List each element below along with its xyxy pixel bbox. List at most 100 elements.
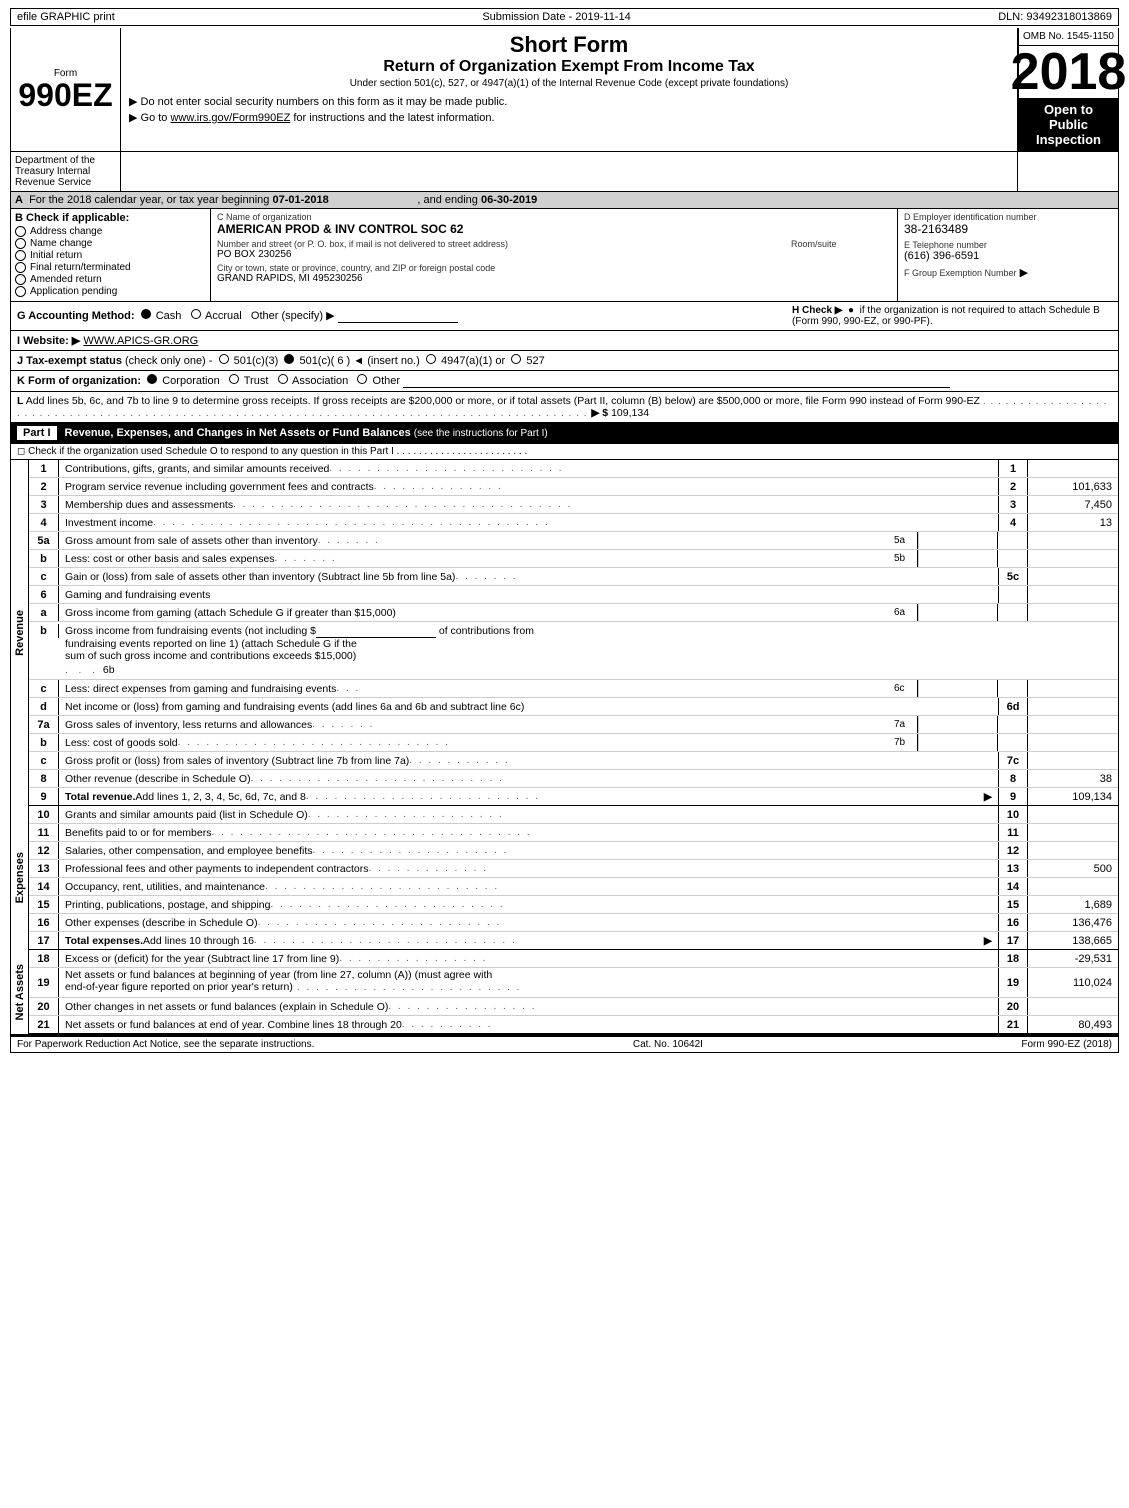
row-10: 10 Grants and similar amounts paid (list… bbox=[29, 806, 1118, 824]
other-field[interactable] bbox=[338, 310, 458, 323]
g-label: G Accounting Method: bbox=[17, 310, 135, 322]
row-6: 6 Gaming and fundraising events bbox=[29, 586, 1118, 604]
other-org-field[interactable] bbox=[403, 375, 950, 388]
expenses-section: Expenses 10 Grants and similar amounts p… bbox=[10, 806, 1119, 950]
amended-return-radio[interactable] bbox=[15, 274, 26, 285]
row8-desc: Other revenue (describe in Schedule O) .… bbox=[59, 770, 998, 787]
final-return-item: Final return/terminated bbox=[15, 262, 206, 273]
row6a-value bbox=[1028, 604, 1118, 621]
f-arrow: ▶ bbox=[1020, 267, 1028, 279]
row-7b: b Less: cost of goods sold . . . . . . .… bbox=[29, 734, 1118, 752]
address-change-label: Address change bbox=[30, 226, 102, 237]
address-change-radio[interactable] bbox=[15, 226, 26, 237]
row6b-text2: fundraising events reported on line 1) (… bbox=[65, 638, 357, 650]
tax-row: J Tax-exempt status (check only one) - 5… bbox=[10, 351, 1119, 371]
j-label: J Tax-exempt status bbox=[17, 355, 122, 367]
application-pending-item: Application pending bbox=[15, 286, 206, 297]
revenue-side-label: Revenue bbox=[14, 610, 26, 656]
c527-radio[interactable] bbox=[511, 354, 521, 364]
website-row: I Website: ▶ WWW.APICS-GR.ORG bbox=[10, 331, 1119, 351]
row6d-value bbox=[1028, 698, 1118, 715]
net-assets-section: Net Assets 18 Excess or (deficit) for th… bbox=[10, 950, 1119, 1035]
part1-check-box[interactable]: ◻ bbox=[17, 446, 25, 457]
row21-linenum: 21 bbox=[998, 1016, 1028, 1033]
name-change-radio[interactable] bbox=[15, 238, 26, 249]
amended-return-item: Amended return bbox=[15, 274, 206, 285]
row13-linenum: 13 bbox=[998, 860, 1028, 877]
row7b-num: b bbox=[29, 734, 59, 751]
short-form-title: Short Form bbox=[129, 32, 1009, 58]
row9-desc: Total revenue. Add lines 1, 2, 3, 4, 5c,… bbox=[59, 788, 998, 805]
revenue-rows: 1 Contributions, gifts, grants, and simi… bbox=[29, 460, 1118, 806]
row16-value: 136,476 bbox=[1028, 914, 1118, 931]
row7c-num: c bbox=[29, 752, 59, 769]
row7c-value bbox=[1028, 752, 1118, 769]
top-bar: efile GRAPHIC print Submission Date - 20… bbox=[10, 8, 1119, 26]
row14-desc: Occupancy, rent, utilities, and maintena… bbox=[59, 878, 998, 895]
f-label: F Group Exemption Number bbox=[904, 268, 1017, 278]
c3-radio[interactable] bbox=[219, 354, 229, 364]
footer: For Paperwork Reduction Act Notice, see … bbox=[10, 1035, 1119, 1053]
row5b-num: b bbox=[29, 550, 59, 567]
row7c-desc: Gross profit or (loss) from sales of inv… bbox=[59, 752, 998, 769]
website-url[interactable]: WWW.APICS-GR.ORG bbox=[83, 335, 198, 347]
row-7c: c Gross profit or (loss) from sales of i… bbox=[29, 752, 1118, 770]
row7c-linenum: 7c bbox=[998, 752, 1028, 769]
row16-linenum: 16 bbox=[998, 914, 1028, 931]
row19-num: 19 bbox=[29, 968, 59, 997]
employer-right: D Employer identification number 38-2163… bbox=[898, 209, 1118, 301]
row6b-text1: Gross income from fundraising events (no… bbox=[65, 625, 534, 638]
row5b-value bbox=[1028, 550, 1118, 567]
revenue-section: Revenue 1 Contributions, gifts, grants, … bbox=[10, 460, 1119, 806]
footer-center: Cat. No. 10642I bbox=[633, 1039, 703, 1050]
row13-value: 500 bbox=[1028, 860, 1118, 877]
final-return-radio[interactable] bbox=[15, 262, 26, 273]
row5b-linenum bbox=[998, 550, 1028, 567]
row6a-field bbox=[918, 604, 998, 621]
c6-radio[interactable] bbox=[284, 354, 294, 364]
row18-value: -29,531 bbox=[1028, 950, 1118, 967]
open-to-public: Open to Public Inspection bbox=[1019, 98, 1118, 151]
h-section: H Check ▶ ● if the organization is not r… bbox=[792, 305, 1112, 327]
application-pending-radio[interactable] bbox=[15, 286, 26, 297]
other-org-radio[interactable] bbox=[357, 374, 367, 384]
row20-linenum: 20 bbox=[998, 998, 1028, 1015]
assoc-radio[interactable] bbox=[278, 374, 288, 384]
main-header: Form 990EZ Short Form Return of Organiza… bbox=[10, 28, 1119, 152]
trust-label: Trust bbox=[244, 375, 269, 387]
row6b-text3: sum of such gross income and contributio… bbox=[65, 650, 356, 662]
row5c-linenum: 5c bbox=[998, 568, 1028, 585]
initial-return-radio[interactable] bbox=[15, 250, 26, 261]
row6b-dots: . . . bbox=[65, 665, 99, 676]
address-label: Number and street (or P. O. box, if mail… bbox=[217, 239, 785, 249]
acct-left: G Accounting Method: Cash Accrual Other … bbox=[17, 309, 792, 323]
row6d-num: d bbox=[29, 698, 59, 715]
row19-linenum: 19 bbox=[998, 968, 1028, 997]
row6c-value bbox=[1028, 680, 1118, 697]
row5b-sub: 5b bbox=[890, 550, 918, 567]
c4947-radio[interactable] bbox=[426, 354, 436, 364]
row12-num: 12 bbox=[29, 842, 59, 859]
row6a-num: a bbox=[29, 604, 59, 621]
row6b-amount[interactable] bbox=[316, 625, 436, 638]
row-11: 11 Benefits paid to or for members . . .… bbox=[29, 824, 1118, 842]
row11-desc: Benefits paid to or for members . . . . … bbox=[59, 824, 998, 841]
row17-num: 17 bbox=[29, 932, 59, 949]
initial-return-label: Initial return bbox=[30, 250, 82, 261]
dept-row: Department of the Treasury Internal Reve… bbox=[10, 152, 1119, 192]
row6c-desc: Less: direct expenses from gaming and fu… bbox=[59, 680, 890, 697]
under-title: Under section 501(c), 527, or 4947(a)(1)… bbox=[129, 78, 1009, 89]
corp-radio[interactable] bbox=[147, 374, 157, 384]
return-title: Return of Organization Exempt From Incom… bbox=[129, 58, 1009, 76]
row6-num: 6 bbox=[29, 586, 59, 603]
row15-value: 1,689 bbox=[1028, 896, 1118, 913]
accrual-radio[interactable] bbox=[191, 309, 201, 319]
cash-radio[interactable] bbox=[141, 309, 151, 319]
row-7a: 7a Gross sales of inventory, less return… bbox=[29, 716, 1118, 734]
row21-desc: Net assets or fund balances at end of ye… bbox=[59, 1016, 998, 1033]
address-value: PO BOX 230256 bbox=[217, 249, 785, 260]
row6d-desc: Net income or (loss) from gaming and fun… bbox=[59, 698, 998, 715]
net-assets-side-container: Net Assets bbox=[11, 950, 29, 1034]
trust-radio[interactable] bbox=[229, 374, 239, 384]
row5a-linenum bbox=[998, 532, 1028, 549]
